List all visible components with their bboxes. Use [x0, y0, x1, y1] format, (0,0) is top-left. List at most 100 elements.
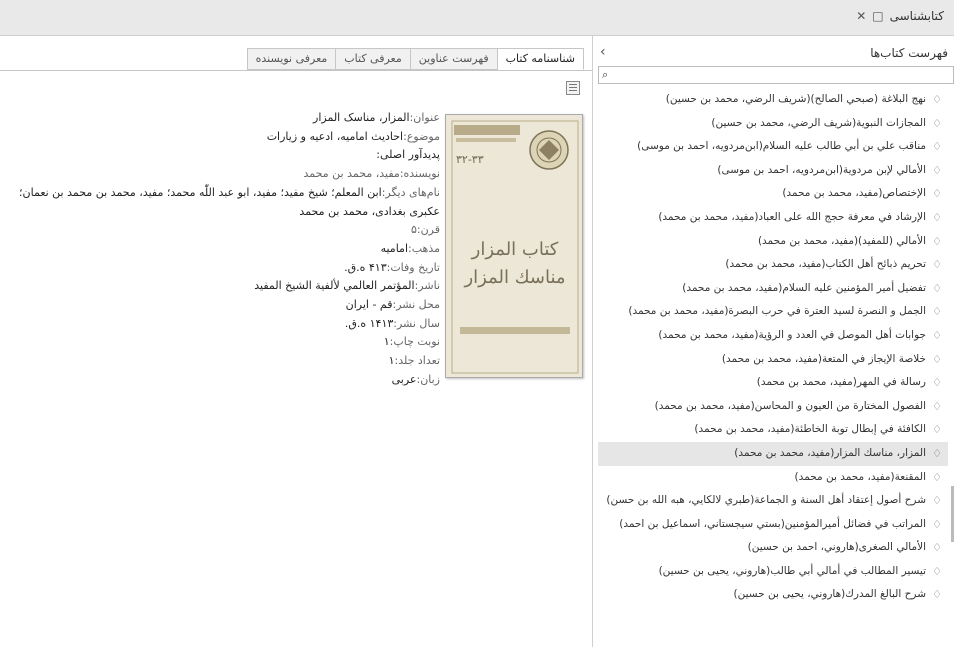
book-list: ♢ نهج البلاغة (صبحي الصالح)(شريف الرضي، م…: [598, 88, 948, 607]
close-icon[interactable]: ✕: [856, 9, 866, 23]
book-icon: ♢: [932, 352, 942, 366]
book-icon: ♢: [932, 258, 942, 272]
book-list-item[interactable]: ♢ تحريم ذبائح أهل الكتاب(مفيد، محمد بن مح…: [598, 253, 948, 277]
search-icon: ⌕: [602, 68, 609, 81]
book-list-item[interactable]: ♢ جوابات أهل الموصل في العدد و الرؤية(مفي…: [598, 324, 948, 348]
book-list-item[interactable]: ♢ المزار، مناسك المزار(مفيد، محمد بن محمد…: [598, 441, 948, 466]
book-list-item-label: مناقب علي بن أبي طالب عليه السلام(ابن‌مر…: [637, 140, 926, 153]
cover-title-1: کتاب المزار: [471, 239, 559, 260]
field-creator-header: پدیدآور اصلی:: [376, 148, 440, 162]
title-bar: کتابشناسی □ ✕: [0, 0, 954, 36]
chevron-left-icon[interactable]: ‹: [600, 44, 606, 60]
book-icon: ♢: [932, 470, 942, 484]
field-edition: نوبت چاپ:۱: [383, 335, 440, 349]
book-icon: ♢: [932, 494, 942, 508]
field-subject: موضوع:احادیث امامیه، ادعیه و زیارات: [266, 129, 440, 143]
book-list-item[interactable]: ♢ الأمالي لإبن مردوية(ابن‌مردويه، احمد بن…: [598, 159, 948, 183]
field-century: قرن:۵: [410, 223, 440, 237]
book-list-item-label: خلاصة الإيجاز في المتعة(مفيد، محمد بن مح…: [721, 352, 926, 365]
book-icon: ♢: [932, 116, 942, 130]
book-icon: ♢: [932, 187, 942, 201]
book-list-item[interactable]: ♢ شرح البالغ المدرك(هاروني، يحيى بن حسين): [598, 583, 948, 607]
book-list-item-label: الأمالي لإبن مردوية(ابن‌مردويه، احمد بن …: [717, 163, 926, 176]
book-list-title: فهرست کتاب‌ها: [870, 46, 948, 60]
book-list-header: فهرست کتاب‌ها ‹: [594, 36, 954, 66]
book-icon: ♢: [932, 93, 942, 106]
book-list-item-label: نهج البلاغة (صبحي الصالح)(شريف الرضي، مح…: [665, 93, 926, 105]
book-list-item-label: المقنعة(مفيد، محمد بن محمد): [794, 470, 926, 483]
book-list-item-label: الفصول المختارة من العيون و المحاسن(مفيد…: [654, 399, 926, 412]
book-icon: ♢: [932, 517, 942, 531]
book-icon: ♢: [932, 376, 942, 390]
book-list-item[interactable]: ♢ الفصول المختارة من العيون و المحاسن(مفي…: [598, 395, 948, 419]
book-list-item-label: تحريم ذبائح أهل الكتاب(مفيد، محمد بن محم…: [725, 258, 926, 271]
book-list-item[interactable]: ♢ الجمل و النصرة لسيد العترة في حرب البصر…: [598, 300, 948, 324]
book-icon: ♢: [932, 399, 942, 413]
book-list-item[interactable]: ♢ مناقب علي بن أبي طالب عليه السلام(ابن‌م…: [598, 135, 948, 159]
list-icon[interactable]: [566, 81, 580, 95]
field-publisher: ناشر:المؤتمر العالمي لألفية الشيخ المفيد: [254, 279, 440, 293]
book-icon: ♢: [932, 588, 942, 602]
book-list-item-label: المزار، مناسك المزار(مفيد، محمد بن محمد): [734, 446, 926, 459]
book-detail-panel: شناسنامه کتاب فهرست عناوین معرفی کتاب مع…: [0, 36, 593, 647]
book-icon: ♢: [932, 163, 942, 177]
search-box[interactable]: ⌕: [598, 66, 954, 84]
book-list-item[interactable]: ♢ المراتب في فضائل أميرالمؤمنين(بستي سيجس…: [598, 513, 948, 537]
tab-book-intro[interactable]: معرفی کتاب: [335, 48, 411, 70]
field-death-date: تاریخ وفات:۴۱۳ ه.ق.: [344, 260, 440, 274]
book-icon: ♢: [932, 423, 942, 437]
window-title-group: کتابشناسی □ ✕: [856, 9, 944, 23]
window-title: کتابشناسی: [889, 9, 944, 23]
tab-divider: [0, 70, 592, 71]
book-list-item[interactable]: ♢ الإرشاد في معرفة حجج الله على العباد(مف…: [598, 206, 948, 230]
book-list-item-label: الإرشاد في معرفة حجج الله على العباد(مفي…: [658, 210, 926, 223]
book-list-item-label: شرح البالغ المدرك(هاروني، يحيى بن حسين): [733, 588, 926, 601]
book-info: عنوان:المزار، مناسک المزار موضوع:احادیث …: [10, 109, 440, 390]
book-list-item[interactable]: ♢ رسالة في المهر(مفيد، محمد بن محمد): [598, 371, 948, 395]
book-list-item-label: المراتب في فضائل أميرالمؤمنين(بستي سيجست…: [619, 517, 926, 530]
book-list-item-label: جوابات أهل الموصل في العدد و الرؤية(مفيد…: [658, 328, 926, 341]
book-icon: ♢: [932, 305, 942, 319]
tab-book-id[interactable]: شناسنامه کتاب: [496, 48, 584, 70]
book-icon: ♢: [932, 234, 942, 248]
cover-title-2: مناسك المزار: [463, 267, 565, 288]
cover-number: ۳۲-۳۳: [456, 153, 484, 166]
book-list-item-label: تفضيل أمير المؤمنين عليه السلام(مفيد، مح…: [682, 281, 926, 294]
book-icon: ♢: [932, 541, 942, 555]
search-input[interactable]: [617, 67, 949, 83]
field-author: نویسنده:مفید، محمد بن محمد: [303, 167, 440, 181]
book-list-item[interactable]: ♢ الأمالي الصغرى(هاروني، احمد بن حسين): [598, 536, 948, 560]
field-language: زبان:عربی: [391, 372, 440, 386]
book-list-item[interactable]: ♢ الكافئة في إبطال توبة الخاطئة(مفيد، محم…: [598, 418, 948, 442]
book-list-item[interactable]: ♢ المقنعة(مفيد، محمد بن محمد): [598, 466, 948, 490]
book-icon: ♢: [932, 446, 942, 460]
field-other-names: نام‌های دیگر:ابن المعلم؛ شیخ مفید؛ مفید،…: [19, 185, 440, 218]
field-volumes: تعداد جلد:۱: [388, 354, 440, 368]
book-list-item-label: تيسير المطالب في أمالي أبي طالب(هاروني، …: [658, 564, 926, 577]
book-list-item[interactable]: ♢ نهج البلاغة (صبحي الصالح)(شريف الرضي، م…: [598, 88, 948, 112]
book-list-item[interactable]: ♢ شرح أصول إعتقاد أهل السنة و الجماعة(طبر…: [598, 489, 948, 513]
book-list-item-label: الإختصاص(مفيد، محمد بن محمد): [782, 187, 926, 200]
restore-icon[interactable]: □: [872, 9, 883, 23]
tab-author-intro[interactable]: معرفی نویسنده: [246, 48, 337, 70]
tab-titles-index[interactable]: فهرست عناوین: [409, 48, 498, 70]
book-list-item-label: رسالة في المهر(مفيد، محمد بن محمد): [756, 376, 926, 389]
book-list-item[interactable]: ♢ تيسير المطالب في أمالي أبي طالب(هاروني،…: [598, 560, 948, 584]
book-list-item[interactable]: ♢ تفضيل أمير المؤمنين عليه السلام(مفيد، م…: [598, 277, 948, 301]
book-icon: ♢: [932, 281, 942, 295]
book-list-item-label: الأمالي (للمفيد)(مفيد، محمد بن محمد): [757, 234, 926, 247]
book-list-item-label: الجمل و النصرة لسيد العترة في حرب البصرة…: [628, 305, 926, 318]
book-cover-image: ۳۲-۳۳ کتاب المزار مناسك المزار: [445, 114, 583, 378]
book-list-item[interactable]: ♢ الأمالي (للمفيد)(مفيد، محمد بن محمد): [598, 230, 948, 254]
book-list-item[interactable]: ♢ المجازات النبوية(شريف الرضي، محمد بن حس…: [598, 112, 948, 136]
book-icon: ♢: [932, 564, 942, 578]
book-list-item-label: الأمالي الصغرى(هاروني، احمد بن حسين): [747, 541, 926, 554]
book-icon: ♢: [932, 140, 942, 154]
book-list-item[interactable]: ♢ الإختصاص(مفيد، محمد بن محمد): [598, 182, 948, 206]
field-publish-place: محل نشر:قم - ایران: [345, 298, 440, 312]
book-list-item[interactable]: ♢ خلاصة الإيجاز في المتعة(مفيد، محمد بن م…: [598, 348, 948, 372]
field-sect: مذهب:امامیه: [380, 241, 440, 255]
book-icon: ♢: [932, 328, 942, 342]
book-list-item-label: المجازات النبوية(شريف الرضي، محمد بن حسي…: [711, 116, 926, 129]
book-list-item-label: شرح أصول إعتقاد أهل السنة و الجماعة(طبري…: [606, 494, 926, 507]
